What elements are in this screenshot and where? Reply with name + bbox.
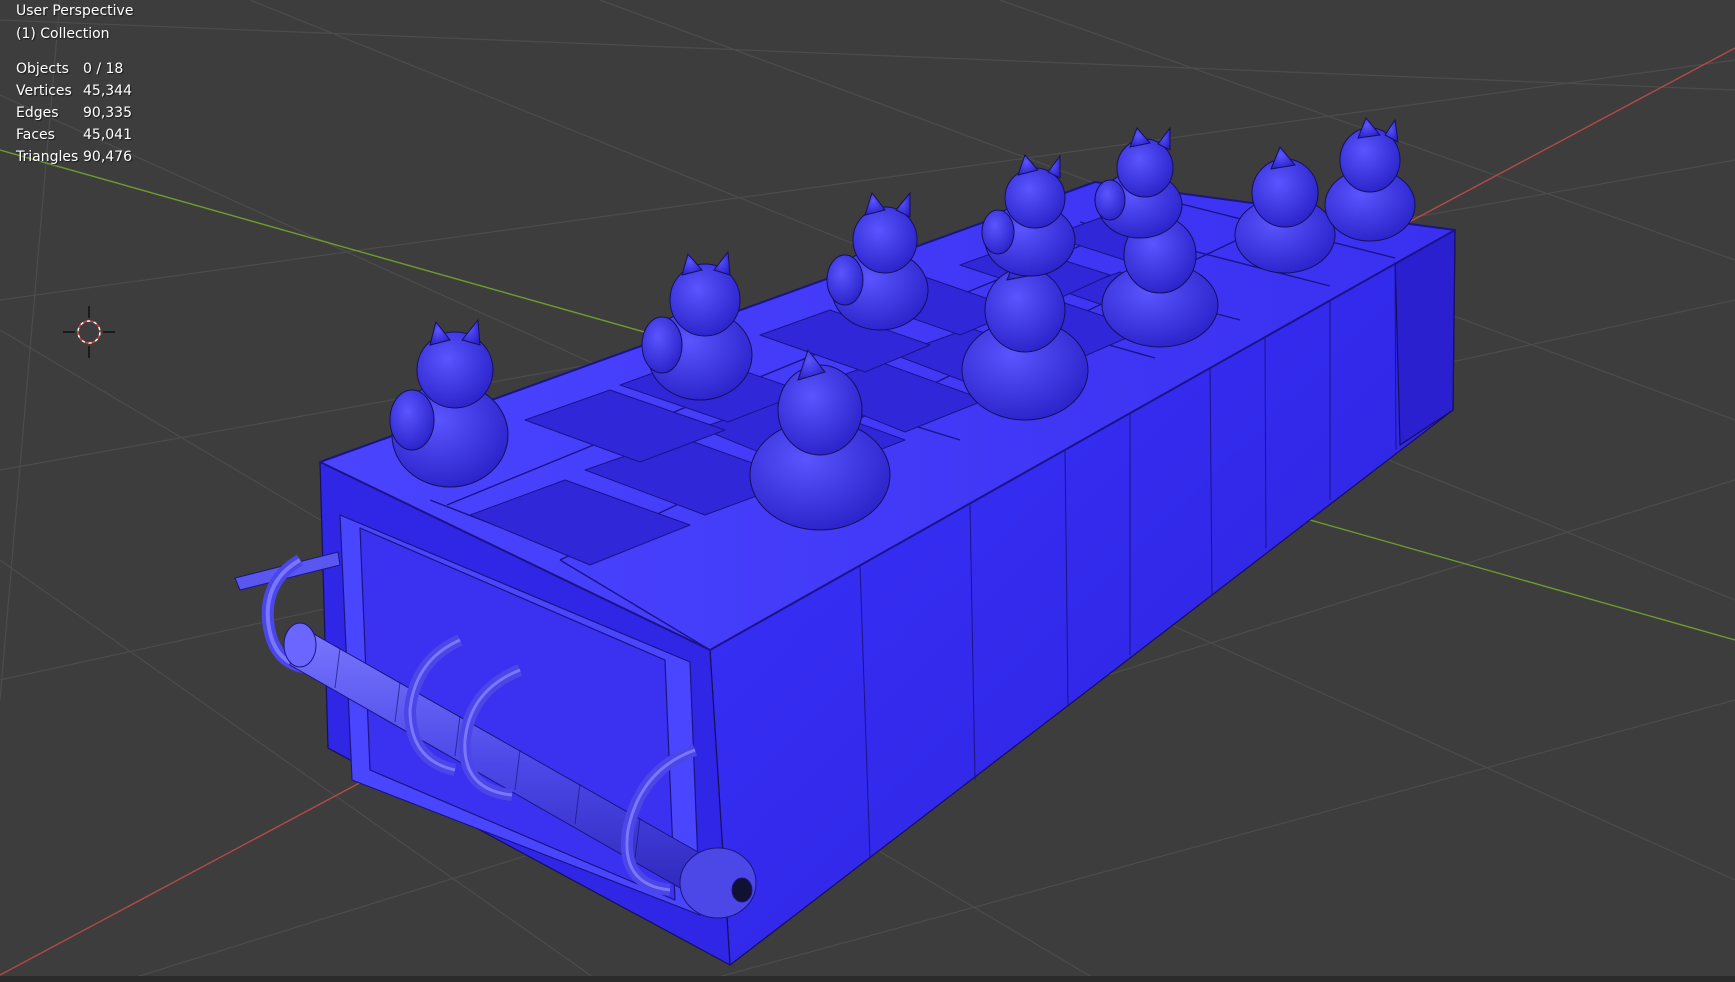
3d-viewport[interactable] bbox=[0, 0, 1735, 982]
stat-vertices: Vertices 45,344 bbox=[16, 80, 133, 102]
collection-name: (1) Collection bbox=[16, 26, 110, 42]
stat-label: Faces bbox=[16, 127, 55, 143]
stat-value: 90,335 bbox=[83, 105, 132, 121]
stat-label: Objects bbox=[16, 61, 69, 77]
stat-label: Vertices bbox=[16, 83, 72, 99]
view-name: User Perspective bbox=[16, 3, 134, 19]
board-end-face bbox=[1394, 229, 1456, 446]
stat-objects: Objects 0 / 18 bbox=[16, 58, 133, 80]
stat-value: 45,041 bbox=[83, 127, 132, 143]
stat-label: Edges bbox=[16, 105, 59, 121]
stat-value: 0 / 18 bbox=[83, 61, 124, 77]
stat-value: 45,344 bbox=[83, 83, 132, 99]
stat-value: 90,476 bbox=[83, 149, 132, 165]
stat-label: Triangles bbox=[16, 149, 79, 165]
viewport-overlay: User Perspective (1) Collection Objects … bbox=[16, 0, 133, 168]
stat-faces: Faces 45,041 bbox=[16, 124, 133, 146]
stat-triangles: Triangles 90,476 bbox=[16, 146, 133, 168]
status-bar bbox=[0, 976, 1735, 982]
stat-edges: Edges 90,335 bbox=[16, 102, 133, 124]
3d-cursor-icon[interactable] bbox=[63, 306, 115, 358]
scene-statistics: Objects 0 / 18 Vertices 45,344 Edges 90,… bbox=[16, 58, 133, 168]
